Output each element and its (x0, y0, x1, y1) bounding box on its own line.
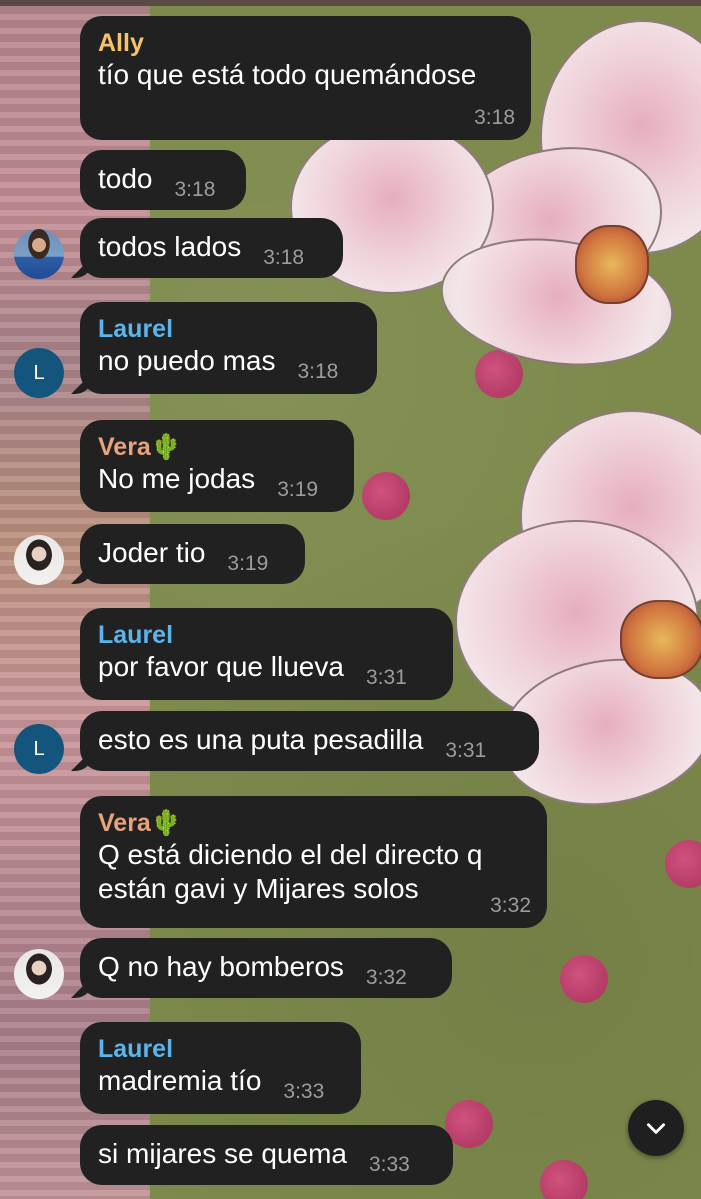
scroll-to-bottom-button[interactable] (628, 1100, 684, 1156)
message-time: 3:18 (297, 360, 339, 383)
chevron-down-icon (647, 1123, 665, 1134)
message-text: por favor que llueva 3:31 (98, 650, 435, 695)
sender-name[interactable]: Laurel (98, 1034, 343, 1064)
cactus-emoji: 🌵 (150, 809, 182, 837)
message-bubble[interactable]: Laurel no puedo mas 3:18 (80, 302, 377, 394)
message-bubble[interactable]: Laurel madremia tío 3:33 (80, 1022, 361, 1114)
message-text-content: todos lados (98, 231, 242, 262)
sender-name-text: Vera (98, 433, 151, 461)
message-time: 3:18 (474, 106, 515, 129)
message-text-line: están gavi y Mijares solos (98, 873, 419, 904)
message-bubble[interactable]: Laurel por favor que llueva 3:31 (80, 608, 453, 700)
message-text: todo 3:18 (98, 162, 228, 207)
sender-name[interactable]: Vera🌵 (98, 432, 336, 462)
message-text: esto es una puta pesadilla 3:31 (98, 723, 521, 768)
message-time: 3:32 (490, 894, 531, 917)
message-bubble[interactable]: todo 3:18 (80, 150, 246, 210)
message-text-content: esto es una puta pesadilla (98, 724, 424, 755)
sender-name[interactable]: Laurel (98, 314, 359, 344)
avatar[interactable] (14, 535, 64, 585)
message-text-content: por favor que llueva (98, 651, 344, 682)
message-text: si mijares se quema 3:33 (98, 1137, 435, 1182)
avatar[interactable] (14, 949, 64, 999)
avatar[interactable] (14, 229, 64, 279)
sender-name-text: Vera (98, 809, 151, 837)
sender-name[interactable]: Laurel (98, 620, 435, 650)
message-text-content: todo (98, 163, 153, 194)
message-time: 3:33 (368, 1153, 410, 1176)
cactus-emoji: 🌵 (150, 433, 182, 461)
message-text: no puedo mas 3:18 (98, 344, 359, 389)
message-time: 3:19 (227, 552, 269, 575)
message-text-content: Joder tio (98, 537, 206, 568)
avatar[interactable]: L (14, 724, 64, 774)
avatar-initial: L (33, 361, 45, 384)
message-bubble[interactable]: Vera🌵 Q está diciendo el del directo q e… (80, 796, 547, 928)
message-text: No me jodas 3:19 (98, 462, 336, 507)
avatar-initial: L (33, 737, 45, 760)
message-text-content: no puedo mas (98, 345, 276, 376)
avatar[interactable]: L (14, 348, 64, 398)
sender-name[interactable]: Ally (98, 28, 513, 58)
message-text-content: madremia tío (98, 1065, 262, 1096)
message-bubble[interactable]: Q no hay bomberos 3:32 (80, 938, 452, 998)
message-time: 3:19 (277, 478, 319, 501)
message-time: 3:18 (263, 246, 305, 269)
message-text: Q no hay bomberos 3:32 (98, 950, 434, 995)
message-time: 3:31 (445, 739, 487, 762)
sender-name[interactable]: Vera🌵 (98, 808, 529, 838)
message-text: todos lados 3:18 (98, 230, 325, 275)
message-text-content: Q no hay bomberos (98, 951, 344, 982)
message-bubble[interactable]: todos lados 3:18 (80, 218, 343, 278)
message-time: 3:18 (174, 178, 216, 201)
message-bubble[interactable]: Vera🌵 No me jodas 3:19 (80, 420, 354, 512)
message-time: 3:31 (365, 666, 407, 689)
message-text: Joder tio 3:19 (98, 536, 287, 581)
message-bubble[interactable]: si mijares se quema 3:33 (80, 1125, 453, 1185)
message-bubble[interactable]: Joder tio 3:19 (80, 524, 305, 584)
message-bubble[interactable]: Ally tío que está todo quemándose 3:18 (80, 16, 531, 140)
message-text: tío que está todo quemándose (98, 59, 477, 90)
message-list[interactable]: Ally tío que está todo quemándose 3:18 t… (0, 0, 701, 1199)
message-text-content: si mijares se quema (98, 1138, 347, 1169)
message-text: madremia tío 3:33 (98, 1064, 343, 1109)
message-time: 3:33 (283, 1080, 325, 1103)
message-text-line: Q está diciendo el del directo q (98, 839, 483, 870)
message-bubble[interactable]: esto es una puta pesadilla 3:31 (80, 711, 539, 771)
message-text-content: No me jodas (98, 463, 256, 494)
message-time: 3:32 (365, 966, 407, 989)
